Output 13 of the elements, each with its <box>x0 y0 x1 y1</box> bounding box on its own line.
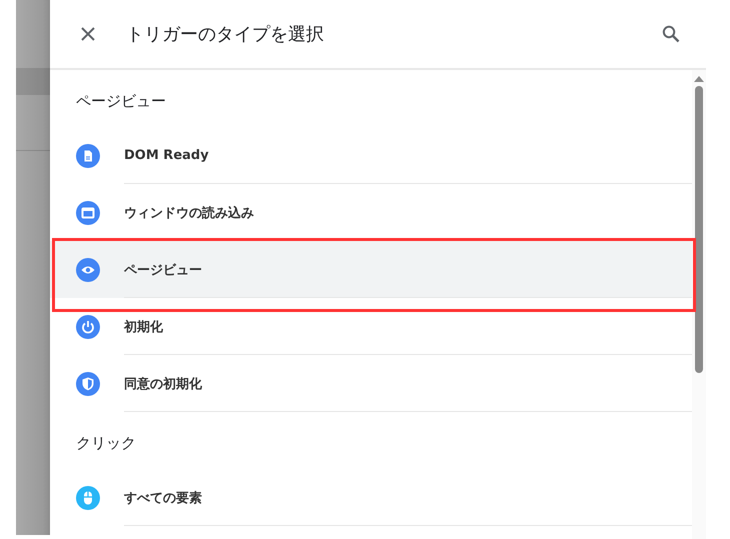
search-icon[interactable] <box>662 25 680 43</box>
close-icon[interactable] <box>80 26 96 42</box>
trigger-item[interactable]: ウィンドウの読み込み <box>50 184 692 241</box>
scrollbar-thumb[interactable] <box>695 86 703 373</box>
scroll-up-icon[interactable] <box>694 76 704 82</box>
section-title: クリック <box>76 434 136 452</box>
trigger-item[interactable]: DOM Ready <box>50 127 692 184</box>
trigger-item[interactable]: 初期化 <box>50 298 692 355</box>
trigger-item[interactable]: ページビュー <box>50 241 692 298</box>
trigger-item[interactable]: 同意の初期化 <box>50 355 692 412</box>
section-title: ページビュー <box>76 92 166 110</box>
trigger-item[interactable]: すべての要素 <box>50 469 692 526</box>
dialog-title: トリガーのタイプを選択 <box>126 23 325 46</box>
